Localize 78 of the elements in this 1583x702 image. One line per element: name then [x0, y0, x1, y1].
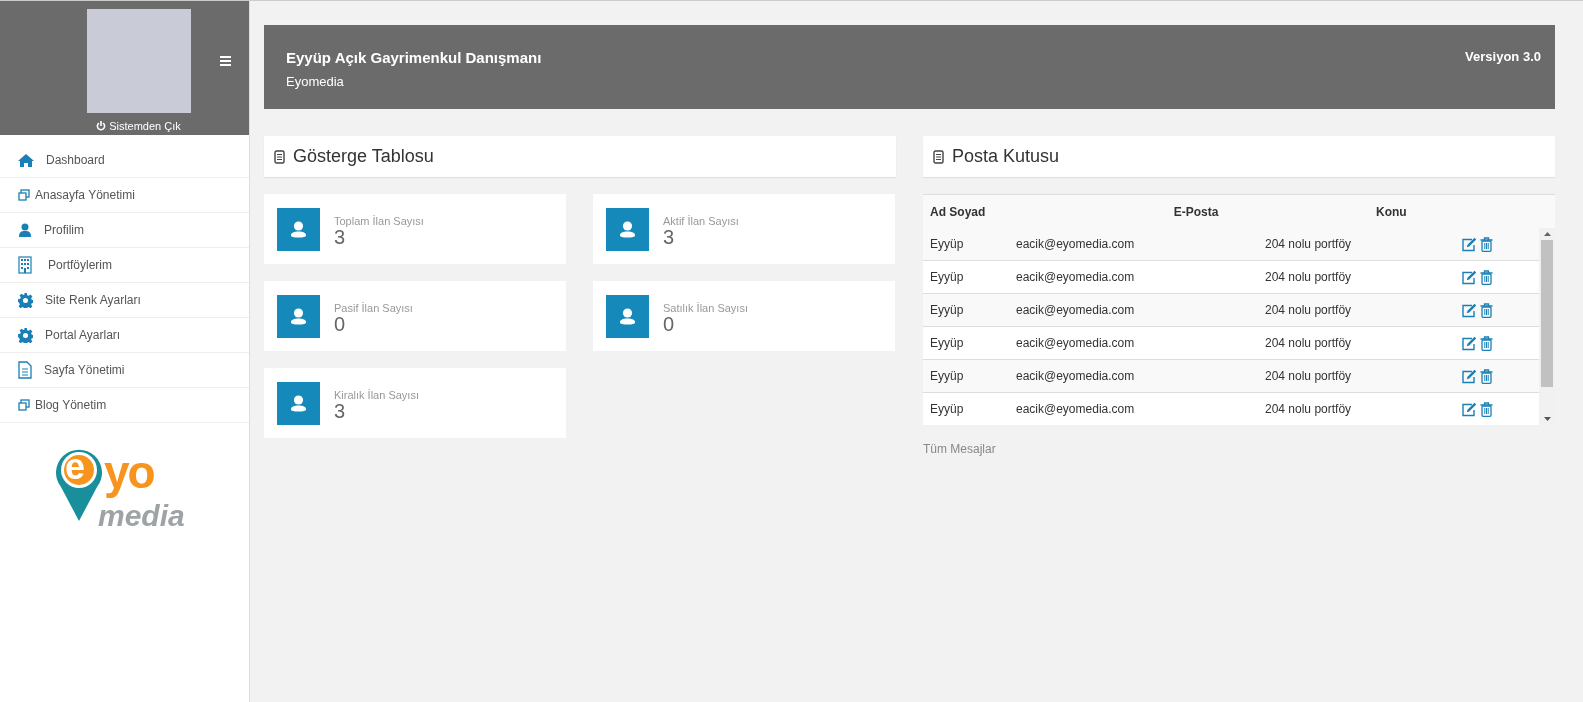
user-icon: [606, 207, 649, 251]
user-icon: [277, 294, 320, 338]
panel-header: Gösterge Tablosu: [264, 136, 896, 177]
home-icon: [18, 153, 34, 167]
table-cell-text: Eyyüp: [929, 336, 965, 350]
edit-icon[interactable]: [1461, 368, 1477, 384]
column-header: Ad Soyad: [929, 204, 987, 219]
table-cell-text: 204 nolu portföy: [1265, 303, 1353, 317]
clipboard-icon: [933, 149, 944, 164]
table-cell-text: Eyyüp: [929, 402, 965, 416]
trash-icon[interactable]: [1480, 335, 1493, 351]
logo-drawing: e yo media: [56, 447, 196, 547]
trash-icon[interactable]: [1480, 368, 1493, 384]
document-icon: [18, 361, 32, 379]
table-cell-text: eacik@eyomedia.com: [1016, 369, 1136, 383]
nav-item[interactable]: Portföylerim: [0, 248, 249, 283]
edit-icon[interactable]: [1461, 269, 1477, 285]
nav-item[interactable]: Anasayfa Yönetimi: [0, 178, 249, 213]
gear-icon: [18, 292, 33, 308]
building-icon: [18, 256, 32, 274]
stat-value: 0: [663, 314, 676, 334]
scroll-up-arrow-icon[interactable]: [1543, 232, 1551, 236]
table-cell-text: Eyyüp: [929, 237, 965, 251]
panel-header: Posta Kutusu: [923, 136, 1555, 177]
nav-item[interactable]: Portal Ayarları: [0, 318, 249, 353]
windows-icon: [18, 399, 30, 411]
menu-icon[interactable]: [220, 56, 231, 66]
table-cell-text: Eyyüp: [929, 270, 965, 284]
table-cell-text: 204 nolu portföy: [1265, 402, 1353, 416]
stat-label: Aktif İlan Sayısı: [663, 215, 739, 227]
edit-icon[interactable]: [1461, 236, 1477, 252]
clipboard-icon: [274, 149, 285, 164]
site-title: Eyyüp Açık Gayrimenkul Danışmanı: [286, 49, 542, 66]
nav-item[interactable]: Sayfa Yönetimi: [0, 353, 249, 388]
stat-value: 3: [334, 401, 347, 421]
table-cell-text: eacik@eyomedia.com: [1016, 237, 1136, 251]
column-header: Konu: [1376, 204, 1408, 219]
nav-item[interactable]: Dashboard: [0, 143, 249, 178]
table-cell-text: eacik@eyomedia.com: [1016, 402, 1136, 416]
trash-icon[interactable]: [1480, 269, 1493, 285]
stat-value: 3: [334, 227, 346, 247]
nav-item[interactable]: Site Renk Ayarları: [0, 283, 249, 318]
nav-item[interactable]: Profilim: [0, 213, 249, 248]
column-header: E-Posta: [1172, 204, 1220, 219]
trash-icon[interactable]: [1480, 236, 1493, 252]
scrollbar[interactable]: [1539, 228, 1555, 425]
site-subtitle: Eyomedia: [286, 74, 345, 89]
table-cell-text: 204 nolu portföy: [1265, 369, 1353, 383]
user-icon: [277, 381, 320, 425]
edit-icon[interactable]: [1461, 302, 1477, 318]
stat-label: Pasif İlan Sayısı: [334, 302, 413, 314]
edit-icon[interactable]: [1461, 335, 1477, 351]
stat-value: 0: [334, 314, 347, 334]
trash-icon[interactable]: [1480, 302, 1493, 318]
nav-item[interactable]: Blog Yönetim: [0, 388, 249, 423]
windows-icon: [18, 189, 30, 201]
table-cell-text: 204 nolu portföy: [1265, 270, 1353, 284]
table-cell-text: eacik@eyomedia.com: [1016, 303, 1136, 317]
user-icon: [277, 207, 320, 251]
user-icon: [606, 294, 649, 338]
version-label: Versiyon 3.0: [1465, 48, 1541, 64]
power-icon: [96, 121, 107, 131]
edit-icon[interactable]: [1461, 401, 1477, 417]
gear-icon: [18, 327, 33, 343]
table-cell-text: Eyyüp: [929, 369, 965, 383]
table-cell-text: 204 nolu portföy: [1265, 237, 1353, 251]
user-icon: [18, 223, 32, 237]
stat-label: Kiralık İlan Sayısı: [334, 389, 419, 401]
scroll-down-arrow-icon[interactable]: [1543, 417, 1551, 421]
stat-label: Satılık İlan Sayısı: [663, 302, 748, 314]
table-cell-text: Eyyüp: [929, 303, 965, 317]
table-cell-text: 204 nolu portföy: [1265, 336, 1353, 350]
stat-value: 3: [663, 227, 676, 247]
table-cell-text: eacik@eyomedia.com: [1016, 270, 1136, 284]
stat-label: Toplam İlan Sayısı: [334, 215, 424, 227]
logout-link[interactable]: Sistemden Çık: [96, 120, 181, 132]
table-cell-text: eacik@eyomedia.com: [1016, 336, 1136, 350]
trash-icon[interactable]: [1480, 401, 1493, 417]
